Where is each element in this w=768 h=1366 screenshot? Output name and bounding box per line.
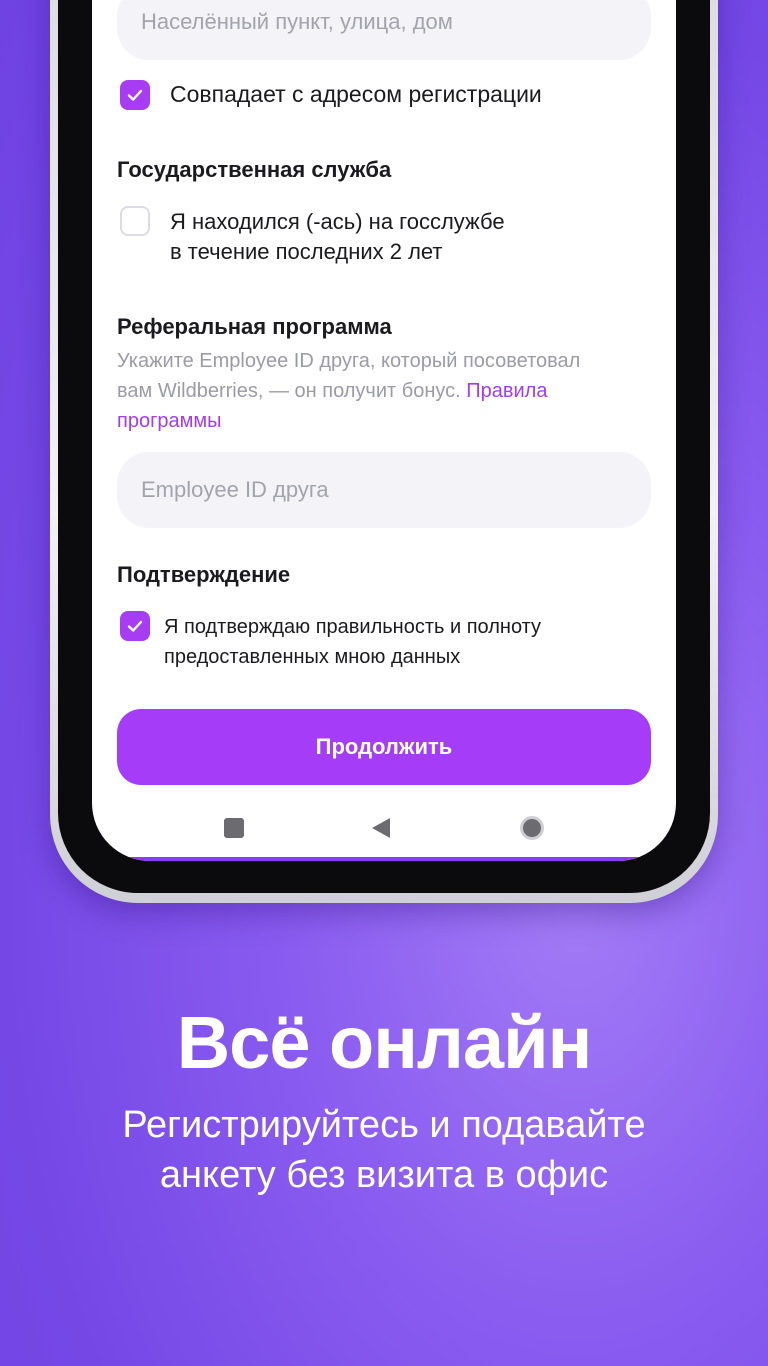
confirmation-label-line1: Я подтверждаю правильность и полноту bbox=[164, 616, 542, 638]
confirmation-heading: Подтверждение bbox=[117, 562, 291, 587]
check-icon bbox=[127, 89, 143, 101]
recent-apps-icon[interactable] bbox=[224, 818, 244, 838]
address-input[interactable]: Населённый пункт, улица, дом bbox=[117, 0, 651, 60]
address-input-placeholder: Населённый пункт, улица, дом bbox=[141, 9, 453, 34]
back-icon[interactable] bbox=[372, 818, 390, 838]
referral-description: Укажите Employee ID друга, который посов… bbox=[117, 346, 651, 436]
referral-desc-line1: Укажите Employee ID друга, который посов… bbox=[117, 350, 581, 372]
continue-button[interactable]: Продолжить bbox=[117, 709, 651, 785]
confirmation-label-line2: предоставленных мною данных bbox=[164, 646, 461, 668]
confirmation-label: Я подтверждаю правильность и полноту пре… bbox=[164, 612, 541, 672]
check-icon bbox=[127, 620, 143, 632]
referral-heading: Реферальная программа bbox=[117, 314, 392, 339]
promo-subtitle: Регистрируйтесь и подавайте анкету без в… bbox=[60, 1100, 708, 1200]
referral-rules-link-part2[interactable]: программы bbox=[117, 406, 651, 436]
gov-service-heading: Государственная служба bbox=[117, 157, 392, 182]
gov-service-label-line2: в течение последних 2 лет bbox=[170, 239, 443, 264]
confirmation-checkbox[interactable] bbox=[120, 611, 150, 641]
home-icon[interactable] bbox=[520, 816, 544, 840]
screen-bottom-accent bbox=[92, 857, 676, 861]
referral-rules-link-part1[interactable]: Правила bbox=[466, 380, 547, 402]
referral-desc-line2-text: вам Wildberries, — он получит бонус. bbox=[117, 380, 461, 402]
same-address-label: Совпадает с адресом регистрации bbox=[170, 81, 542, 107]
employee-id-input[interactable]: Employee ID друга bbox=[117, 452, 651, 528]
gov-service-checkbox[interactable] bbox=[120, 206, 150, 236]
promo-title: Всё онлайн bbox=[176, 1001, 593, 1084]
referral-desc-line2: вам Wildberries, — он получит бонус. Пра… bbox=[117, 376, 651, 406]
gov-service-label-line1: Я находился (-ась) на госслужбе bbox=[170, 209, 505, 234]
gov-service-label: Я находился (-ась) на госслужбе в течени… bbox=[170, 207, 505, 267]
employee-id-placeholder: Employee ID друга bbox=[141, 477, 329, 502]
promo-subtitle-line1: Регистрируйтесь и подавайте bbox=[122, 1104, 646, 1146]
phone-screen: Населённый пункт, улица, дом Совпадает с… bbox=[92, 0, 676, 861]
same-address-checkbox[interactable] bbox=[120, 80, 150, 110]
promo-subtitle-line2: анкету без визита в офис bbox=[159, 1154, 609, 1196]
